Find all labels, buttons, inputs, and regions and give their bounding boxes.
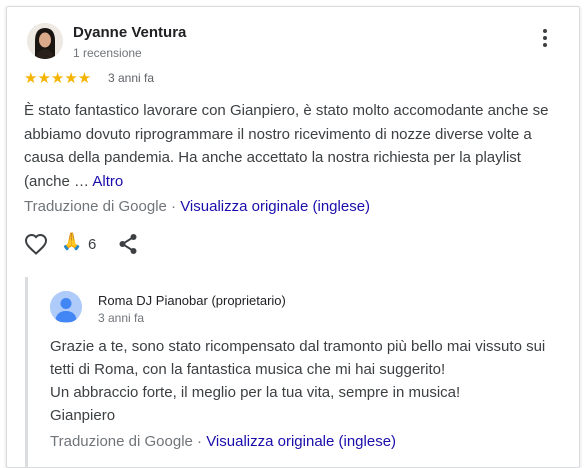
reviewer-avatar[interactable] [27,23,63,59]
review-card: Dyanne Ventura 1 recensione ★★★★★ 3 anni… [6,6,580,468]
reaction-count: 6 [88,236,97,253]
translation-note: Traduzione di Google · Visualizza origin… [24,198,370,215]
reply-translation-label: Traduzione di Google · [50,433,207,450]
owner-reply: Roma DJ Pianobar (proprietario) 3 anni f… [25,277,580,467]
folded-hands-icon[interactable]: 🙏 [61,232,82,252]
more-link[interactable]: Altro [92,173,123,190]
reviewer-name[interactable]: Dyanne Ventura [73,24,186,41]
reply-text: Grazie a te, sono stato ricompensato dal… [50,335,570,427]
reply-date: 3 anni fa [98,311,145,325]
reply-translation-note: Traduzione di Google · Visualizza origin… [50,433,396,450]
heart-outline-icon[interactable] [24,233,48,260]
review-text: È stato fantastico lavorare con Gianpier… [24,99,564,193]
reply-line: Gianpiero [50,407,116,424]
view-original-link[interactable]: Visualizza originale (inglese) [180,198,370,215]
translation-label: Traduzione di Google · [24,198,181,215]
share-icon[interactable] [118,233,138,260]
reply-line: tetti di Roma, con la fantastica musica … [50,361,446,378]
person-icon [50,291,82,323]
reviewer-review-count: 1 recensione [73,46,142,60]
review-date: 3 anni fa [108,71,155,85]
reply-view-original-link[interactable]: Visualizza originale (inglese) [206,433,396,450]
star-rating: ★★★★★ [24,70,92,87]
more-vert-icon[interactable] [539,29,551,51]
reply-line: Grazie a te, sono stato ricompensato dal… [50,338,546,355]
owner-name: Roma DJ Pianobar (proprietario) [98,293,286,308]
reply-line: Un abbraccio forte, il meglio per la tua… [50,384,461,401]
